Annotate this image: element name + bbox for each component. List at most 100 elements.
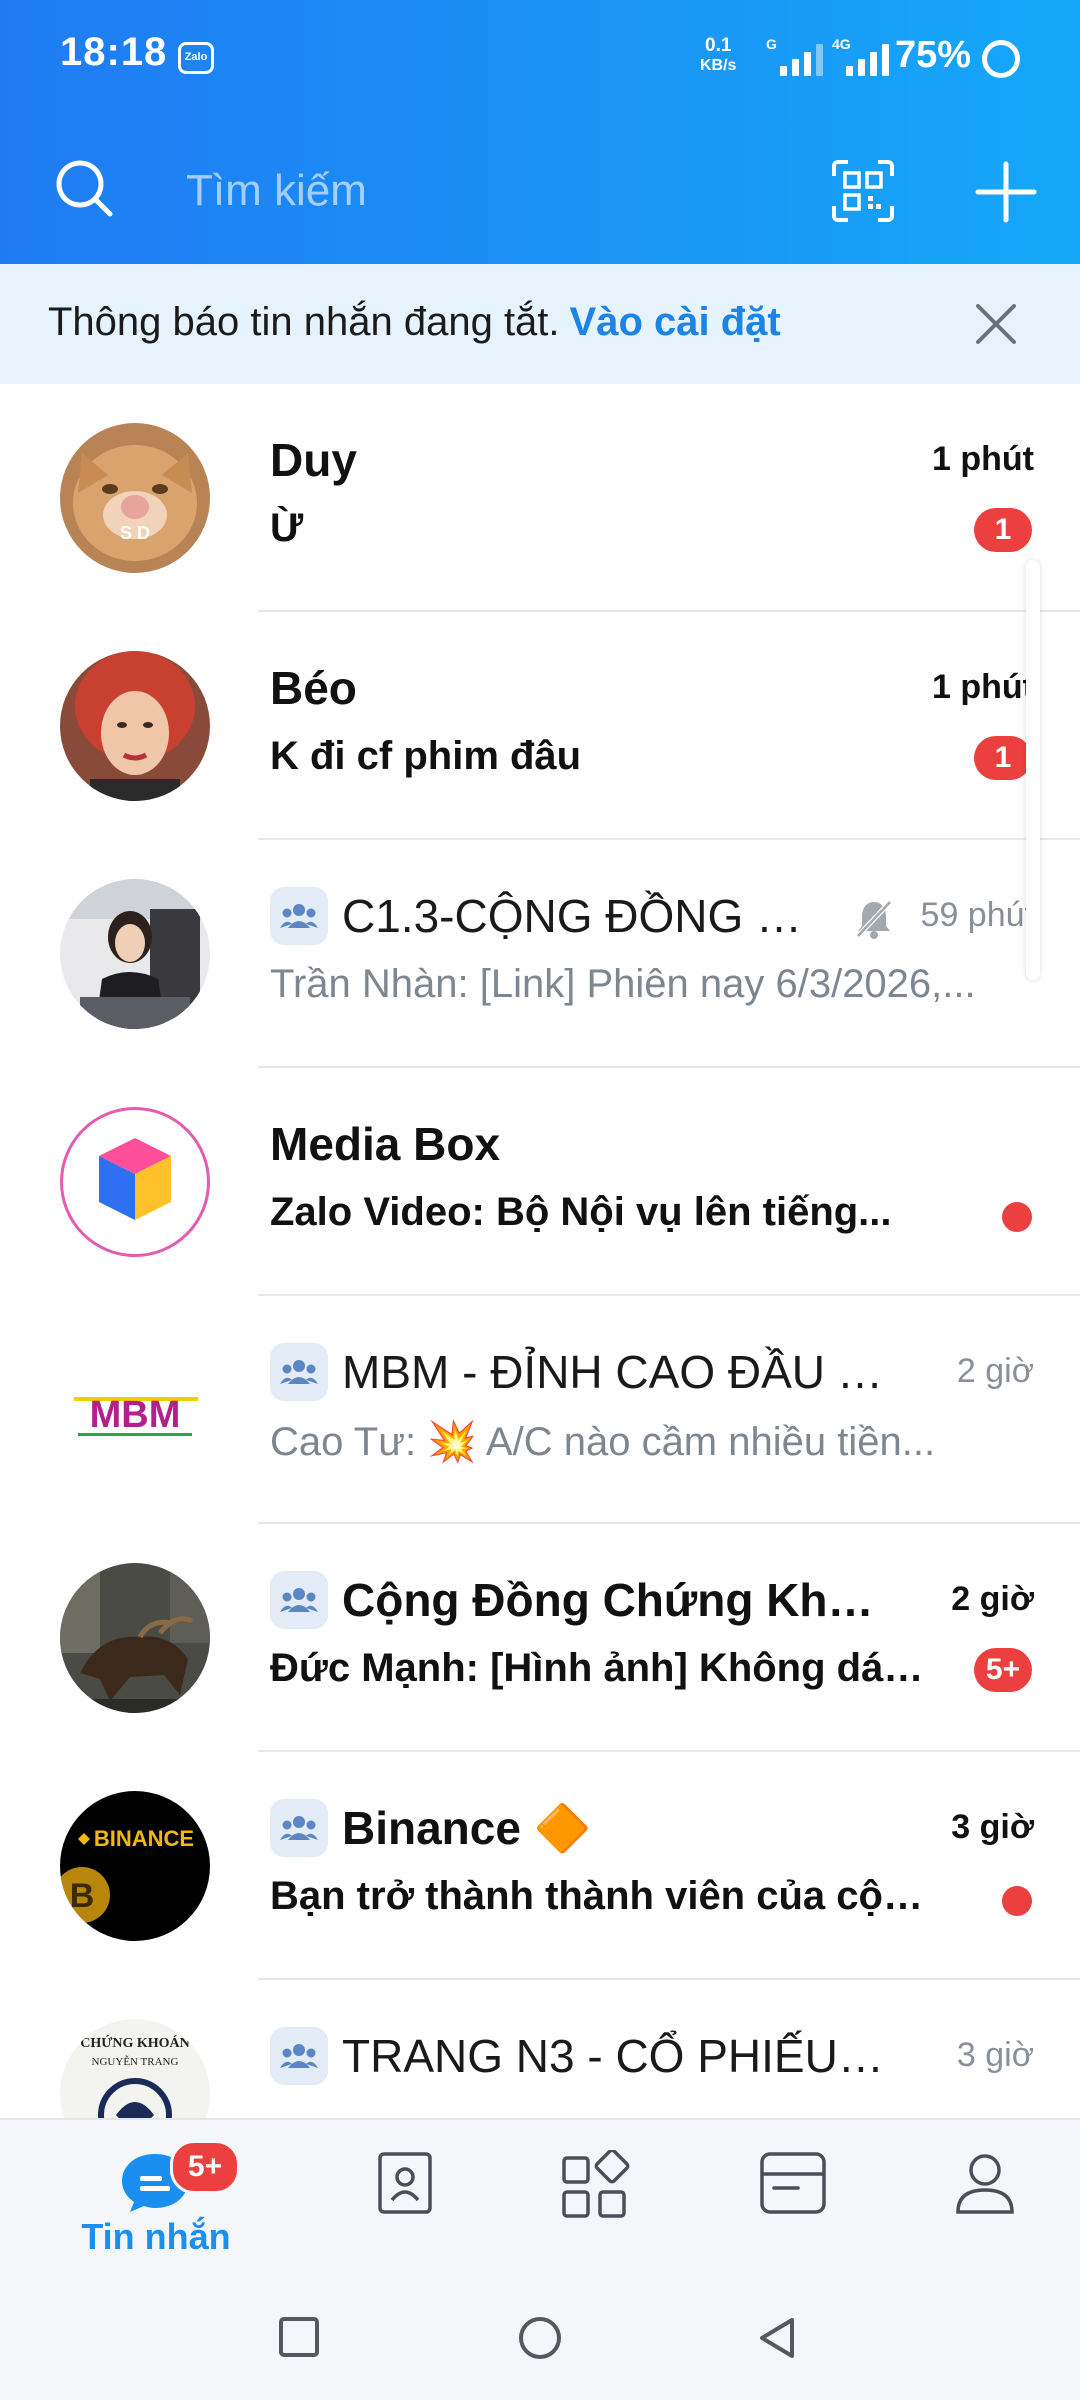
qr-code-icon[interactable] [830, 158, 896, 224]
group-icon [270, 1799, 328, 1857]
conversation-title-line: Duy [270, 430, 890, 490]
conversation-name: Béo [270, 662, 357, 714]
messages-badge: 5+ [170, 2140, 240, 2194]
avatar[interactable] [60, 879, 210, 1029]
tab-messages-label: Tin nhắn [81, 2216, 231, 2257]
unread-dot [1002, 1886, 1032, 1916]
conversation-time: 2 giờ [956, 1352, 1034, 1390]
conversation-name: Media Box [270, 1118, 501, 1170]
conversation-name: Binance 🔶 [342, 1801, 592, 1854]
recents-icon[interactable] [278, 2316, 320, 2358]
scrollbar-thumb[interactable] [1026, 560, 1040, 980]
conversation-row[interactable]: Cộng Đồng Chứng Khoán... Đức Mạnh: [Hình… [0, 1524, 1080, 1752]
tab-contacts[interactable] [360, 2150, 450, 2230]
discover-icon[interactable] [560, 2150, 630, 2220]
conversation-list[interactable]: S D Duy Ừ 1 phút 1 Béo K đi cf phim đâu … [0, 384, 1080, 2118]
status-time: 18:18 [60, 30, 168, 74]
conversation-name: Cộng Đồng Chứng Khoán... [342, 1574, 890, 1626]
avatar[interactable]: S D [60, 423, 210, 573]
avatar[interactable] [60, 651, 210, 801]
network-speed-value: 0.1 [705, 35, 732, 56]
avatar-logo-text: MBM [90, 1394, 181, 1436]
conversation-row[interactable]: C1.3-CỘNG ĐỒNG Đ... Trần Nhàn: [Link] Ph… [0, 840, 1080, 1068]
unread-badge: 1 [974, 736, 1032, 780]
group-icon [270, 1571, 328, 1629]
avatar[interactable]: BINANCE B [60, 1791, 210, 1941]
close-icon[interactable] [972, 300, 1020, 348]
back-icon[interactable] [756, 2316, 798, 2360]
conversation-row[interactable]: CHỨNG KHOÁN NGUYỄN TRANG TRANG N3 - CỔ P… [0, 1980, 1080, 2118]
tab-discover[interactable] [550, 2150, 640, 2230]
search-icon[interactable] [54, 158, 116, 220]
conversation-time: 1 phút [932, 440, 1034, 478]
group-icon [270, 887, 328, 945]
muted-bell-icon [856, 900, 892, 939]
profile-icon[interactable] [954, 2150, 1016, 2216]
conversation-name: Duy [270, 434, 357, 486]
notification-off-banner: Thông báo tin nhắn đang tắt. Vào cài đặt [0, 264, 1080, 384]
conversation-time: 3 giờ [956, 2036, 1034, 2074]
avatar-logo-text: BINANCE [94, 1826, 194, 1851]
group-icon [270, 1343, 328, 1401]
conversation-preview: Ừ [270, 506, 304, 550]
battery-icon [982, 40, 1020, 78]
conversation-time: 2 giờ [951, 1580, 1034, 1618]
battery-level: 75% [895, 34, 972, 76]
conversation-title-line: Béo [270, 658, 890, 718]
conversation-time: 3 giờ [951, 1808, 1034, 1846]
conversation-row[interactable]: Béo K đi cf phim đâu 1 phút 1 [0, 612, 1080, 840]
network-speed: 0.1 KB/s [700, 36, 736, 76]
conversation-time: 59 phút [920, 896, 1034, 934]
network-type-1: G [766, 36, 777, 52]
unread-dot [1002, 1202, 1032, 1232]
search-bar[interactable]: Tìm kiếm [0, 128, 1080, 264]
home-icon[interactable] [518, 2316, 562, 2360]
conversation-preview: Đức Mạnh: [Hình ảnh] Không dám... [270, 1646, 930, 1690]
conversation-title-line: Binance 🔶 [270, 1798, 890, 1858]
conversation-preview: K đi cf phim đâu [270, 734, 582, 778]
open-settings-link[interactable]: Vào cài đặt [570, 300, 781, 344]
conversation-title-line: TRANG N3 - CỔ PHIẾU D... [270, 2026, 890, 2086]
conversation-preview: Zalo Video: Bộ Nội vụ lên tiếng... [270, 1190, 892, 1234]
avatar-caption: S D [120, 523, 150, 543]
notice-text: Thông báo tin nhắn đang tắt. Vào cài đặt [48, 300, 781, 345]
contacts-icon[interactable] [374, 2150, 436, 2216]
conversation-name: TRANG N3 - CỔ PHIẾU D... [342, 2030, 890, 2082]
notice-message: Thông báo tin nhắn đang tắt. [48, 300, 560, 344]
signal-1-icon [780, 42, 823, 76]
conversation-row[interactable]: BINANCE B Binance 🔶 Bạn trở thành thành … [0, 1752, 1080, 1980]
status-bar: 18:18 Zalo 0.1 KB/s G 4G 75% [0, 0, 1080, 120]
conversation-row[interactable]: Media Box Zalo Video: Bộ Nội vụ lên tiến… [0, 1068, 1080, 1296]
app-header: 18:18 Zalo 0.1 KB/s G 4G 75% Tìm kiếm [0, 0, 1080, 264]
avatar-logo-text: CHỨNG KHOÁN [80, 2034, 190, 2051]
conversation-title-line: C1.3-CỘNG ĐỒNG Đ... [270, 886, 890, 946]
avatar-logo-subtext: NGUYỄN TRANG [92, 2055, 179, 2068]
tab-timeline[interactable] [748, 2150, 838, 2230]
unread-badge: 5+ [974, 1648, 1032, 1692]
conversation-preview: Cao Tư: 💥 A/C nào cầm nhiều tiền... [270, 1420, 936, 1464]
timeline-icon[interactable] [758, 2150, 828, 2216]
conversation-time: 1 phút [932, 668, 1034, 706]
conversation-preview: Trần Nhàn: [Link] Phiên nay 6/3/2026,... [270, 962, 976, 1006]
avatar[interactable]: MBM [60, 1335, 210, 1485]
avatar[interactable] [60, 1563, 210, 1713]
conversation-preview: Bạn trở thành thành viên của cộng... [270, 1874, 940, 1918]
svg-text:B: B [70, 1877, 95, 1915]
conversation-title-line: Cộng Đồng Chứng Khoán... [270, 1570, 890, 1630]
zalo-notification-icon: Zalo [178, 42, 214, 74]
conversation-name: C1.3-CỘNG ĐỒNG Đ... [342, 890, 822, 942]
conversation-title-line: Media Box [270, 1114, 890, 1174]
bottom-navigation: 5+ Tin nhắn [0, 2118, 1080, 2282]
avatar[interactable] [60, 1107, 210, 1257]
system-navigation [0, 2280, 1080, 2400]
avatar[interactable]: CHỨNG KHOÁN NGUYỄN TRANG [60, 2019, 210, 2118]
conversation-row[interactable]: MBM MBM - ĐỈNH CAO ĐẦU T... Cao Tư: 💥 A/… [0, 1296, 1080, 1524]
conversation-name: MBM - ĐỈNH CAO ĐẦU T... [342, 1346, 890, 1398]
network-speed-unit: KB/s [700, 57, 737, 74]
conversation-title-line: MBM - ĐỈNH CAO ĐẦU T... [270, 1342, 890, 1402]
conversation-row[interactable]: S D Duy Ừ 1 phút 1 [0, 384, 1080, 612]
signal-2-icon [846, 42, 889, 76]
plus-icon[interactable] [974, 160, 1038, 224]
tab-profile[interactable] [940, 2150, 1030, 2230]
search-input[interactable]: Tìm kiếm [186, 166, 367, 216]
